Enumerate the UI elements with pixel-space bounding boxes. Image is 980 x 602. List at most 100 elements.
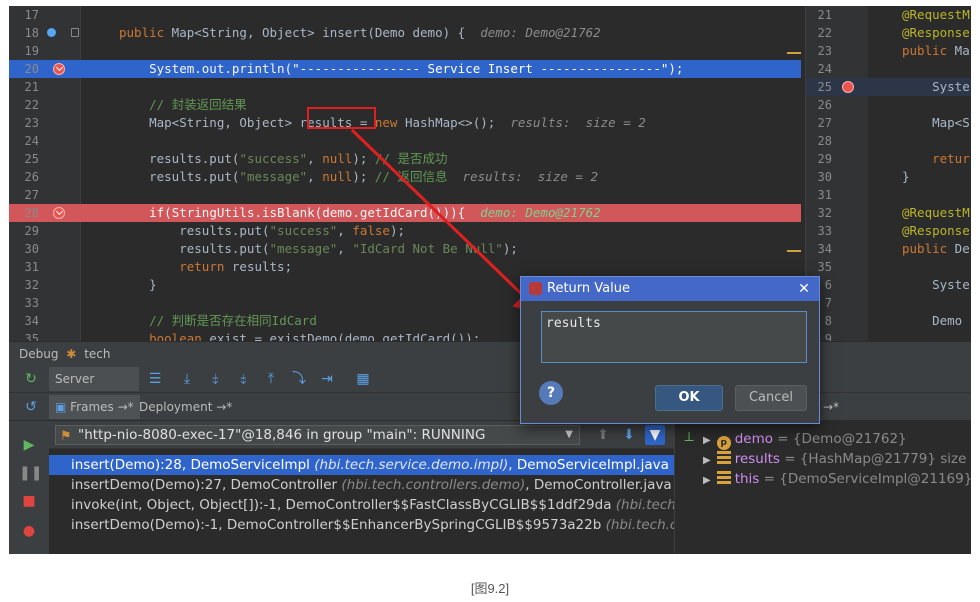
split-code-line[interactable]: 21 @RequestM [806,6,971,24]
split-code-line[interactable]: 7 [806,294,971,312]
resume-program-icon[interactable]: ▶ [19,435,39,455]
watch-icon[interactable]: ⟂ [679,427,699,447]
stop-icon[interactable]: ■ [19,491,39,511]
tab-arrow-icon: →* [113,400,134,414]
return-value-input[interactable]: results [541,311,807,363]
dialog-title-bar[interactable]: Return Value ✕ [521,277,819,301]
stack-frame[interactable]: insertDemo(Demo):27, DemoController (hbi… [49,475,674,495]
split-code-line[interactable]: 33 @Response [806,222,971,240]
ok-button[interactable]: OK [655,385,723,411]
line-number: 24 [24,134,39,148]
variable-row[interactable]: ▶ this = {DemoServiceImpl@21169} [703,469,971,489]
run-config-label[interactable]: tech [84,347,110,361]
split-code-line[interactable]: 9 [806,330,971,341]
step-over-icon[interactable]: ⤓ [177,369,197,389]
code-text: System.out.println("---------------- Ser… [119,61,684,76]
resume-icon[interactable]: ↺ [21,397,41,417]
pause-icon[interactable]: ❚❚ [19,463,42,483]
code-line[interactable]: 17 [9,6,801,24]
expand-arrow-icon[interactable]: ▶ [703,455,711,466]
tab-frames[interactable]: ▣ Frames →* [49,395,140,419]
code-text: if(StringUtils.isBlank(demo.getIdCard())… [149,205,601,220]
code-line[interactable]: 18 public Map<String, Object> insert(Demo… [9,24,801,42]
split-code-line[interactable]: 34 public De [806,240,971,258]
code-line[interactable]: 22 // 封装返回结果 [9,96,801,114]
split-code-line[interactable]: 28 [806,132,971,150]
line-number: 27 [817,116,832,130]
drop-frame-icon[interactable]: ⤵ [289,369,309,389]
code-line[interactable]: 29 results.put("success", false); [9,222,801,240]
scroll-marker [787,250,801,252]
split-code-line[interactable]: 35 [806,258,971,276]
frames-panel: ⚑ "http-nio-8080-exec-17"@18,846 in grou… [49,421,674,554]
variable-value: = {Demo@21762} [773,431,907,447]
show-execution-point-icon[interactable]: ☰ [145,369,165,389]
up-arrow-icon[interactable]: ⬆ [593,425,613,445]
expand-arrow-icon[interactable]: ▶ [703,475,711,486]
code-line[interactable]: 27 [9,186,801,204]
line-number: 33 [817,224,832,238]
line-number: 26 [24,170,39,184]
code-line[interactable]: 19 [9,42,801,60]
split-editor[interactable]: 21 @RequestM 22 @Response 23 public Ma 24 25 Sy… [805,6,971,341]
line-number: 27 [24,188,39,202]
split-code-line[interactable]: 29 retur [806,150,971,168]
evaluate-expression-icon[interactable]: ▦ [353,369,373,389]
expand-arrow-icon[interactable]: ▶ [703,435,711,446]
stack-frame[interactable]: insertDemo(Demo):-1, DemoController$$Enh… [49,515,674,535]
split-code-line[interactable]: 6 Syste [806,276,971,294]
line-number: 18 [24,26,39,40]
line-number: 22 [24,98,39,112]
split-code-line[interactable]: 23 public Ma [806,42,971,60]
code-line[interactable]: 25 results.put("success", null); // 是否成功 [9,150,801,168]
code-text: Demo [902,313,963,328]
thread-select[interactable]: ⚑ "http-nio-8080-exec-17"@18,846 in grou… [55,425,580,445]
stack-frame[interactable]: invoke(int, Object, Object[]):-1, DemoCo… [49,495,674,515]
split-code-line[interactable]: 26 [806,96,971,114]
breakpoint-icon[interactable] [53,63,65,75]
code-line[interactable]: 23 Map<String, Object> results = new Has… [9,114,801,132]
split-code-line[interactable]: 32 @RequestM [806,204,971,222]
fold-icon[interactable] [71,28,79,37]
variable-row[interactable]: ▶ p demo = {Demo@21762} [703,429,907,450]
code-text: results.put("message", "IdCard Not Be Nu… [119,241,518,256]
tab-deployment[interactable]: Deployment →* [133,395,238,419]
code-line[interactable]: 24 [9,132,801,150]
stack-frame[interactable]: insert(Demo):28, DemoServiceImpl (hbi.te… [49,455,674,475]
split-code-line[interactable]: 31 [806,186,971,204]
down-arrow-icon[interactable]: ⬇ [619,425,639,445]
code-line[interactable]: 31 return results; [9,258,801,276]
code-line[interactable]: 26 results.put("message", null); // 返回信息… [9,168,801,186]
cancel-button[interactable]: Cancel [735,385,807,411]
help-icon[interactable]: ? [539,381,563,405]
split-code-line[interactable]: 25 Syste [806,78,971,96]
filter-icon[interactable]: ▼ [645,425,665,445]
tab-arrow-icon: →* [212,400,233,414]
breakpoint-icon[interactable] [53,207,65,219]
view-breakpoints-icon[interactable]: ● [19,521,39,541]
tab-variables-arrow[interactable]: →* [817,395,845,419]
parameter-icon: p [716,436,731,450]
split-code-line[interactable]: 22 @Response [806,24,971,42]
results-highlight-box [307,107,376,129]
split-code-line[interactable]: 30} [806,168,971,186]
split-code-line[interactable]: 27 Map<S [806,114,971,132]
close-icon[interactable]: ✕ [795,277,813,301]
code-line[interactable]: 30 results.put("message", "IdCard Not Be… [9,240,801,258]
breakpoint-icon[interactable] [842,81,854,93]
code-text: return results; [179,259,293,274]
split-code-line[interactable]: 8 Demo [806,312,971,330]
line-number: 34 [24,314,39,328]
split-code-line[interactable]: 24 [806,60,971,78]
code-line[interactable]: 20 System.out.println("---------------- … [9,60,801,78]
code-line[interactable]: 21 [9,78,801,96]
step-out-icon[interactable]: ⤒ [261,369,281,389]
variable-row[interactable]: ▶ results = {HashMap@21779} size = [703,449,971,469]
run-to-cursor-icon[interactable]: ⇥ [317,369,337,389]
code-line[interactable]: 28 if(StringUtils.isBlank(demo.getIdCard… [9,204,801,222]
step-into-icon[interactable]: ⤈ [205,369,225,389]
tab-server[interactable]: Server [49,367,139,391]
force-step-into-icon[interactable]: ⤈ [233,369,253,389]
override-icon[interactable] [47,28,56,37]
rerun-icon[interactable]: ↻ [21,369,41,389]
